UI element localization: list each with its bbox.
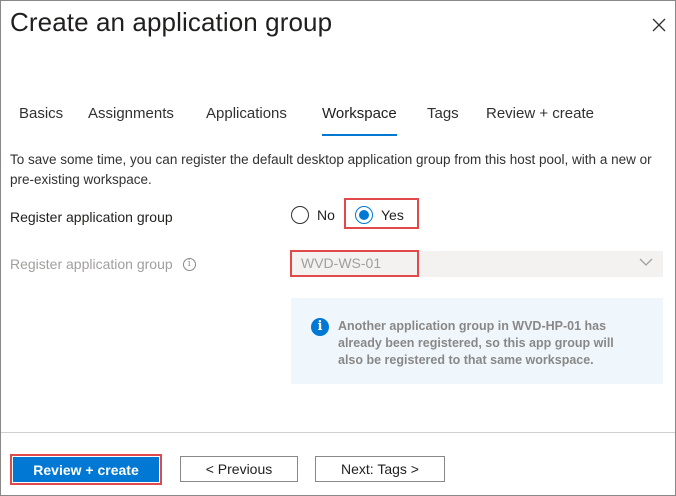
radio-circle xyxy=(291,206,309,224)
chevron-down-icon xyxy=(639,258,653,266)
radio-no[interactable]: No xyxy=(291,203,335,227)
tab-workspace[interactable]: Workspace xyxy=(322,105,397,136)
close-button[interactable] xyxy=(649,15,669,35)
tab-assignments[interactable]: Assignments xyxy=(88,105,174,133)
workspace-label: Register application group i xyxy=(10,256,196,272)
tab-label: Assignments xyxy=(88,105,174,122)
tab-label: Applications xyxy=(206,105,287,122)
tab-label: Tags xyxy=(427,105,459,122)
info-circle-icon: i xyxy=(311,318,329,336)
tab-review-create[interactable]: Review + create xyxy=(486,105,594,133)
tab-applications[interactable]: Applications xyxy=(206,105,287,133)
highlight-review-create xyxy=(10,454,162,485)
tab-label: Basics xyxy=(19,105,64,122)
info-icon[interactable]: i xyxy=(182,257,196,271)
highlight-yes xyxy=(344,198,419,229)
dialog-title: Create an application group xyxy=(10,7,333,37)
tab-basics[interactable]: Basics xyxy=(19,105,63,133)
active-tab-indicator xyxy=(322,134,397,136)
close-icon xyxy=(652,18,666,32)
workspace-description: To save some time, you can register the … xyxy=(10,152,652,187)
previous-button[interactable]: < Previous xyxy=(180,456,298,482)
info-message-text: Another application group in WVD-HP-01 h… xyxy=(338,319,614,367)
dialog-panel: Create an application group Basics Assig… xyxy=(0,0,676,496)
info-message-box: i Another application group in WVD-HP-01… xyxy=(291,298,663,384)
highlight-workspace xyxy=(290,250,419,277)
next-button[interactable]: Next: Tags > xyxy=(315,456,445,482)
tab-label: Workspace xyxy=(322,105,397,122)
workspace-label-text: Register application group xyxy=(10,256,173,272)
footer-divider xyxy=(1,432,675,433)
radio-no-label: No xyxy=(317,207,335,223)
tab-tags[interactable]: Tags xyxy=(427,105,459,133)
register-group-label: Register application group xyxy=(10,209,173,225)
tab-label: Review + create xyxy=(486,105,594,122)
